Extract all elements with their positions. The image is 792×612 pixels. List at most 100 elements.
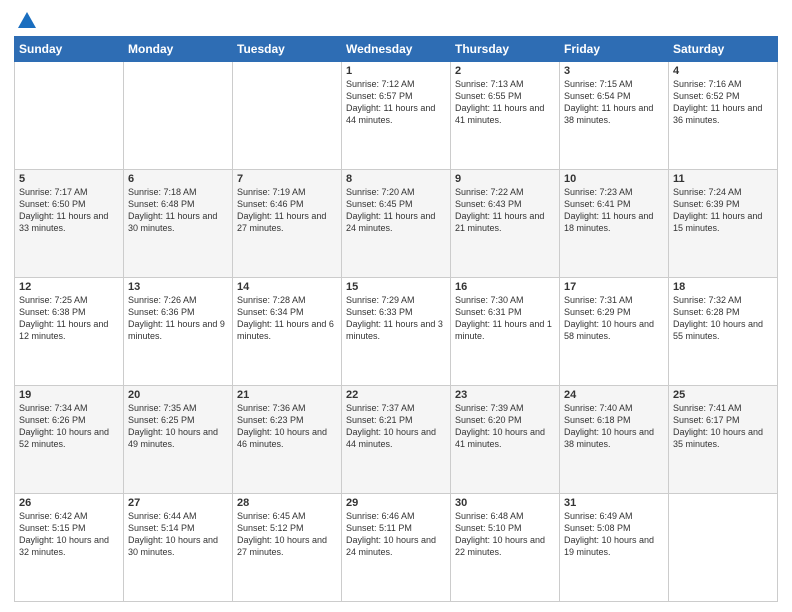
day-info: Sunrise: 7:30 AM Sunset: 6:31 PM Dayligh… xyxy=(455,294,555,343)
day-info: Sunrise: 7:26 AM Sunset: 6:36 PM Dayligh… xyxy=(128,294,228,343)
calendar-cell: 1Sunrise: 7:12 AM Sunset: 6:57 PM Daylig… xyxy=(342,62,451,170)
calendar-week-row: 19Sunrise: 7:34 AM Sunset: 6:26 PM Dayli… xyxy=(15,386,778,494)
day-number: 8 xyxy=(346,173,446,185)
calendar-cell: 9Sunrise: 7:22 AM Sunset: 6:43 PM Daylig… xyxy=(451,170,560,278)
calendar-cell: 10Sunrise: 7:23 AM Sunset: 6:41 PM Dayli… xyxy=(560,170,669,278)
day-info: Sunrise: 7:35 AM Sunset: 6:25 PM Dayligh… xyxy=(128,402,228,451)
calendar-day-header: Sunday xyxy=(15,37,124,62)
calendar-cell xyxy=(15,62,124,170)
calendar-week-row: 26Sunrise: 6:42 AM Sunset: 5:15 PM Dayli… xyxy=(15,494,778,602)
calendar-table: SundayMondayTuesdayWednesdayThursdayFrid… xyxy=(14,36,778,602)
day-number: 14 xyxy=(237,281,337,293)
calendar-day-header: Tuesday xyxy=(233,37,342,62)
calendar-cell: 17Sunrise: 7:31 AM Sunset: 6:29 PM Dayli… xyxy=(560,278,669,386)
calendar-cell: 29Sunrise: 6:46 AM Sunset: 5:11 PM Dayli… xyxy=(342,494,451,602)
day-number: 21 xyxy=(237,389,337,401)
day-info: Sunrise: 6:49 AM Sunset: 5:08 PM Dayligh… xyxy=(564,510,664,559)
day-info: Sunrise: 7:25 AM Sunset: 6:38 PM Dayligh… xyxy=(19,294,119,343)
calendar-cell: 7Sunrise: 7:19 AM Sunset: 6:46 PM Daylig… xyxy=(233,170,342,278)
day-number: 11 xyxy=(673,173,773,185)
day-info: Sunrise: 7:19 AM Sunset: 6:46 PM Dayligh… xyxy=(237,186,337,235)
day-info: Sunrise: 7:17 AM Sunset: 6:50 PM Dayligh… xyxy=(19,186,119,235)
calendar-cell: 25Sunrise: 7:41 AM Sunset: 6:17 PM Dayli… xyxy=(669,386,778,494)
calendar-cell: 24Sunrise: 7:40 AM Sunset: 6:18 PM Dayli… xyxy=(560,386,669,494)
day-number: 29 xyxy=(346,497,446,509)
day-number: 4 xyxy=(673,65,773,77)
day-number: 13 xyxy=(128,281,228,293)
day-number: 18 xyxy=(673,281,773,293)
day-number: 20 xyxy=(128,389,228,401)
calendar-week-row: 1Sunrise: 7:12 AM Sunset: 6:57 PM Daylig… xyxy=(15,62,778,170)
calendar-cell: 20Sunrise: 7:35 AM Sunset: 6:25 PM Dayli… xyxy=(124,386,233,494)
calendar-cell xyxy=(233,62,342,170)
day-number: 10 xyxy=(564,173,664,185)
day-info: Sunrise: 7:32 AM Sunset: 6:28 PM Dayligh… xyxy=(673,294,773,343)
day-info: Sunrise: 7:37 AM Sunset: 6:21 PM Dayligh… xyxy=(346,402,446,451)
day-number: 2 xyxy=(455,65,555,77)
calendar-day-header: Thursday xyxy=(451,37,560,62)
calendar-day-header: Monday xyxy=(124,37,233,62)
page: SundayMondayTuesdayWednesdayThursdayFrid… xyxy=(0,0,792,612)
day-info: Sunrise: 6:42 AM Sunset: 5:15 PM Dayligh… xyxy=(19,510,119,559)
calendar-cell: 2Sunrise: 7:13 AM Sunset: 6:55 PM Daylig… xyxy=(451,62,560,170)
day-info: Sunrise: 6:48 AM Sunset: 5:10 PM Dayligh… xyxy=(455,510,555,559)
calendar-cell: 14Sunrise: 7:28 AM Sunset: 6:34 PM Dayli… xyxy=(233,278,342,386)
calendar-cell: 28Sunrise: 6:45 AM Sunset: 5:12 PM Dayli… xyxy=(233,494,342,602)
header xyxy=(14,10,778,28)
day-number: 28 xyxy=(237,497,337,509)
day-info: Sunrise: 7:13 AM Sunset: 6:55 PM Dayligh… xyxy=(455,78,555,127)
calendar-cell: 26Sunrise: 6:42 AM Sunset: 5:15 PM Dayli… xyxy=(15,494,124,602)
day-number: 27 xyxy=(128,497,228,509)
day-number: 19 xyxy=(19,389,119,401)
day-info: Sunrise: 7:29 AM Sunset: 6:33 PM Dayligh… xyxy=(346,294,446,343)
calendar-cell: 21Sunrise: 7:36 AM Sunset: 6:23 PM Dayli… xyxy=(233,386,342,494)
day-number: 3 xyxy=(564,65,664,77)
calendar-cell: 27Sunrise: 6:44 AM Sunset: 5:14 PM Dayli… xyxy=(124,494,233,602)
day-info: Sunrise: 7:39 AM Sunset: 6:20 PM Dayligh… xyxy=(455,402,555,451)
day-info: Sunrise: 7:28 AM Sunset: 6:34 PM Dayligh… xyxy=(237,294,337,343)
day-info: Sunrise: 7:15 AM Sunset: 6:54 PM Dayligh… xyxy=(564,78,664,127)
calendar-header-row: SundayMondayTuesdayWednesdayThursdayFrid… xyxy=(15,37,778,62)
day-info: Sunrise: 7:12 AM Sunset: 6:57 PM Dayligh… xyxy=(346,78,446,127)
calendar-cell: 22Sunrise: 7:37 AM Sunset: 6:21 PM Dayli… xyxy=(342,386,451,494)
calendar-cell: 15Sunrise: 7:29 AM Sunset: 6:33 PM Dayli… xyxy=(342,278,451,386)
day-number: 17 xyxy=(564,281,664,293)
day-number: 6 xyxy=(128,173,228,185)
day-number: 15 xyxy=(346,281,446,293)
calendar-cell: 30Sunrise: 6:48 AM Sunset: 5:10 PM Dayli… xyxy=(451,494,560,602)
day-info: Sunrise: 7:36 AM Sunset: 6:23 PM Dayligh… xyxy=(237,402,337,451)
day-info: Sunrise: 6:44 AM Sunset: 5:14 PM Dayligh… xyxy=(128,510,228,559)
calendar-cell: 11Sunrise: 7:24 AM Sunset: 6:39 PM Dayli… xyxy=(669,170,778,278)
calendar-day-header: Saturday xyxy=(669,37,778,62)
day-info: Sunrise: 7:24 AM Sunset: 6:39 PM Dayligh… xyxy=(673,186,773,235)
day-info: Sunrise: 7:22 AM Sunset: 6:43 PM Dayligh… xyxy=(455,186,555,235)
day-info: Sunrise: 6:46 AM Sunset: 5:11 PM Dayligh… xyxy=(346,510,446,559)
calendar-week-row: 12Sunrise: 7:25 AM Sunset: 6:38 PM Dayli… xyxy=(15,278,778,386)
day-info: Sunrise: 6:45 AM Sunset: 5:12 PM Dayligh… xyxy=(237,510,337,559)
calendar-cell xyxy=(669,494,778,602)
day-number: 5 xyxy=(19,173,119,185)
day-info: Sunrise: 7:41 AM Sunset: 6:17 PM Dayligh… xyxy=(673,402,773,451)
day-number: 26 xyxy=(19,497,119,509)
calendar-cell: 5Sunrise: 7:17 AM Sunset: 6:50 PM Daylig… xyxy=(15,170,124,278)
calendar-week-row: 5Sunrise: 7:17 AM Sunset: 6:50 PM Daylig… xyxy=(15,170,778,278)
logo xyxy=(14,10,38,28)
calendar-cell: 8Sunrise: 7:20 AM Sunset: 6:45 PM Daylig… xyxy=(342,170,451,278)
day-number: 31 xyxy=(564,497,664,509)
day-number: 7 xyxy=(237,173,337,185)
calendar-cell: 12Sunrise: 7:25 AM Sunset: 6:38 PM Dayli… xyxy=(15,278,124,386)
day-info: Sunrise: 7:23 AM Sunset: 6:41 PM Dayligh… xyxy=(564,186,664,235)
day-number: 16 xyxy=(455,281,555,293)
calendar-cell: 18Sunrise: 7:32 AM Sunset: 6:28 PM Dayli… xyxy=(669,278,778,386)
day-info: Sunrise: 7:18 AM Sunset: 6:48 PM Dayligh… xyxy=(128,186,228,235)
calendar-cell: 23Sunrise: 7:39 AM Sunset: 6:20 PM Dayli… xyxy=(451,386,560,494)
day-number: 24 xyxy=(564,389,664,401)
calendar-cell: 31Sunrise: 6:49 AM Sunset: 5:08 PM Dayli… xyxy=(560,494,669,602)
calendar-cell: 19Sunrise: 7:34 AM Sunset: 6:26 PM Dayli… xyxy=(15,386,124,494)
logo-icon xyxy=(16,10,38,32)
day-number: 23 xyxy=(455,389,555,401)
calendar-cell: 4Sunrise: 7:16 AM Sunset: 6:52 PM Daylig… xyxy=(669,62,778,170)
day-number: 9 xyxy=(455,173,555,185)
day-info: Sunrise: 7:34 AM Sunset: 6:26 PM Dayligh… xyxy=(19,402,119,451)
day-number: 1 xyxy=(346,65,446,77)
